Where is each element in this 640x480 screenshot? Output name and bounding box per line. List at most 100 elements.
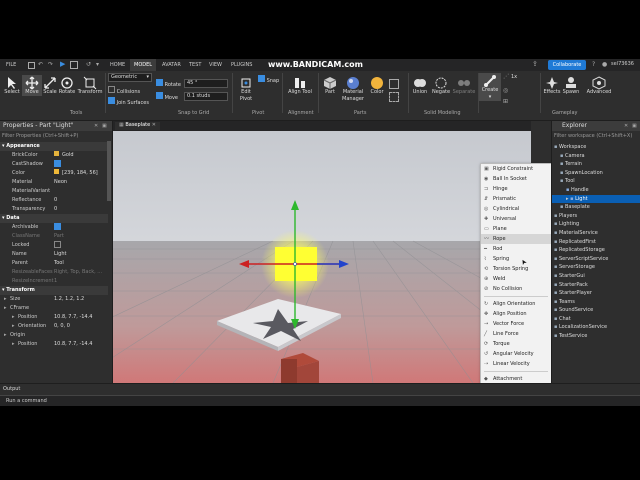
property-section[interactable]: ▾ Data bbox=[0, 214, 108, 223]
properties-scrollbar[interactable] bbox=[107, 141, 111, 201]
effects-button[interactable]: Effects bbox=[542, 75, 562, 96]
property-value[interactable]: 10.8, 7.7, -14.4 bbox=[54, 340, 106, 349]
property-row[interactable]: BrickColor Gold bbox=[0, 151, 108, 160]
property-value[interactable]: 0, 0, 0 bbox=[54, 322, 106, 331]
property-row[interactable]: ▸ Position 10.8, 7.7, -14.4 bbox=[0, 313, 108, 322]
property-checkbox[interactable] bbox=[54, 160, 61, 167]
create-menu-item[interactable]: ▣ Rigid Constraint bbox=[481, 164, 551, 174]
explorer-item[interactable]: ▪ ServerStorage bbox=[552, 263, 640, 272]
property-row[interactable]: ▸ Size 1.2, 1.2, 1.2 bbox=[0, 295, 108, 304]
create-menu-item[interactable]: ▭ Plane bbox=[481, 224, 551, 234]
create-menu-item[interactable]: 〰 Rope bbox=[481, 234, 551, 244]
explorer-item[interactable]: ▸ ▪ Light bbox=[552, 194, 640, 204]
file-menu[interactable]: FILE bbox=[6, 59, 16, 71]
scale-tool[interactable]: Scale bbox=[42, 75, 58, 96]
user-icon[interactable]: ● bbox=[602, 61, 607, 68]
explorer-item[interactable]: ▪ Handle bbox=[552, 186, 640, 195]
property-section[interactable]: ▾ Appearance bbox=[0, 142, 108, 151]
dropdown-icon[interactable]: ▾ bbox=[96, 61, 99, 68]
properties-filter-input[interactable]: Filter Properties (Ctrl+Shift+P) bbox=[2, 133, 108, 141]
pin-icon[interactable]: ▣ bbox=[632, 123, 637, 129]
property-row[interactable]: ▸ Orientation 0, 0, 0 bbox=[0, 322, 108, 331]
create-menu-item[interactable]: ⊐ Hinge bbox=[481, 184, 551, 194]
property-value[interactable]: Part bbox=[54, 232, 106, 241]
rotate-checkbox[interactable] bbox=[156, 79, 163, 86]
material-manager-button[interactable]: Material Manager bbox=[340, 75, 366, 103]
chevron-right-icon[interactable]: ▸ bbox=[4, 304, 7, 313]
chevron-right-icon[interactable]: ▸ bbox=[12, 313, 15, 322]
chevron-right-icon[interactable]: ▸ bbox=[12, 322, 15, 331]
property-value[interactable]: 1 bbox=[54, 277, 106, 286]
create-menu-item[interactable]: ◎ Cylindrical bbox=[481, 204, 551, 214]
create-menu-item[interactable]: ⊕ Weld bbox=[481, 274, 551, 284]
explorer-item[interactable]: ▪ ServerScriptService bbox=[552, 255, 640, 264]
tab-plugins[interactable]: PLUGINS bbox=[227, 59, 256, 71]
property-row[interactable]: Name Light bbox=[0, 250, 108, 259]
create-menu-item[interactable]: ⊘ No Collision bbox=[481, 284, 551, 294]
property-row[interactable]: MaterialVariant bbox=[0, 187, 108, 196]
explorer-item[interactable]: ▪ Chat bbox=[552, 315, 640, 324]
property-section[interactable]: ▾ Transform bbox=[0, 286, 108, 295]
explorer-item[interactable]: ▪ MaterialService bbox=[552, 229, 640, 238]
constraints-icon[interactable]: ⋰ bbox=[503, 73, 509, 80]
tab-baseplate[interactable]: ▦ Baseplate ✕ bbox=[115, 122, 160, 130]
property-value[interactable]: Right, Top, Back, ... bbox=[54, 268, 106, 277]
create-menu-item[interactable]: ⟲ Torsion Spring bbox=[481, 264, 551, 274]
explorer-item[interactable]: ▪ Camera bbox=[552, 152, 640, 161]
explorer-item[interactable]: ▪ ReplicatedStorage bbox=[552, 246, 640, 255]
align-tool-button[interactable]: Align Tool bbox=[288, 75, 312, 96]
3d-viewport[interactable] bbox=[0, 131, 640, 406]
property-value[interactable]: Light bbox=[54, 250, 106, 259]
share-icon[interactable]: ⇪ bbox=[532, 60, 546, 70]
create-menu-item[interactable]: ⌇ Spring bbox=[481, 254, 551, 264]
transform-tool[interactable]: Transform bbox=[77, 75, 103, 96]
snap-checkbox[interactable] bbox=[258, 75, 265, 82]
close-icon[interactable]: ✕ bbox=[152, 122, 156, 128]
property-row[interactable]: Locked bbox=[0, 241, 108, 250]
create-menu-item[interactable]: ↺ Angular Velocity bbox=[481, 349, 551, 359]
property-row[interactable]: Transparency 0 bbox=[0, 205, 108, 214]
property-row[interactable]: Material Neon bbox=[0, 178, 108, 187]
explorer-item[interactable]: ▪ Teams bbox=[552, 298, 640, 307]
create-menu-item[interactable]: → Vector Force bbox=[481, 319, 551, 329]
rotate-increment-toggle[interactable]: Rotate bbox=[156, 79, 181, 89]
property-value[interactable]: 0 bbox=[54, 196, 106, 205]
move-increment-toggle[interactable]: Move bbox=[156, 92, 178, 102]
property-row[interactable]: Reflectance 0 bbox=[0, 196, 108, 205]
move-tool[interactable]: Move bbox=[22, 75, 42, 96]
pin-icon[interactable]: ▣ bbox=[102, 123, 107, 129]
advanced-button[interactable]: Advanced bbox=[584, 75, 614, 96]
join-surfaces-checkbox[interactable] bbox=[108, 97, 115, 104]
property-checkbox[interactable] bbox=[54, 223, 61, 230]
create-menu-item[interactable]: ⟳ Torque bbox=[481, 339, 551, 349]
scale-multiplier[interactable]: 1x bbox=[511, 74, 517, 81]
details-icon[interactable]: ⊞ bbox=[503, 98, 508, 105]
separate-button[interactable]: Separate bbox=[452, 75, 476, 96]
property-value[interactable]: 1.2, 1.2, 1.2 bbox=[54, 295, 106, 304]
collaborate-button[interactable]: Collaborate bbox=[548, 60, 586, 70]
create-menu-item[interactable]: ⇵ Prismatic bbox=[481, 194, 551, 204]
explorer-item[interactable]: ▪ Players bbox=[552, 212, 640, 221]
explorer-item[interactable]: ▪ Tool bbox=[552, 177, 640, 186]
property-value[interactable]: Gold bbox=[54, 151, 106, 160]
scene-canvas[interactable] bbox=[0, 131, 640, 406]
collisions-checkbox[interactable] bbox=[108, 86, 115, 93]
property-row[interactable]: ClassName Part bbox=[0, 232, 108, 241]
part-button[interactable]: Part bbox=[320, 75, 340, 96]
union-button[interactable]: Union bbox=[410, 75, 430, 96]
property-row[interactable]: CastShadow bbox=[0, 160, 108, 169]
save-icon[interactable] bbox=[28, 62, 35, 69]
property-value[interactable]: [239, 184, 56] bbox=[54, 169, 106, 178]
create-button[interactable]: Create ▾ bbox=[479, 73, 501, 101]
space-select[interactable]: Geometric ▾ bbox=[108, 73, 152, 82]
rotate-increment-input[interactable]: 45 ° bbox=[184, 79, 228, 88]
play-icon[interactable]: ▶ bbox=[60, 60, 65, 68]
undo-icon[interactable]: ↶ bbox=[38, 61, 43, 68]
explorer-item[interactable]: ▪ Workspace bbox=[552, 143, 640, 152]
tab-test[interactable]: TEST bbox=[185, 59, 205, 71]
property-value[interactable]: 0 bbox=[54, 205, 106, 214]
property-row[interactable]: Color [239, 184, 56] bbox=[0, 169, 108, 178]
color-button[interactable]: Color bbox=[367, 75, 387, 96]
explorer-item[interactable]: ▪ SoundService bbox=[552, 306, 640, 315]
show-welds-icon[interactable]: ◎ bbox=[503, 87, 508, 94]
